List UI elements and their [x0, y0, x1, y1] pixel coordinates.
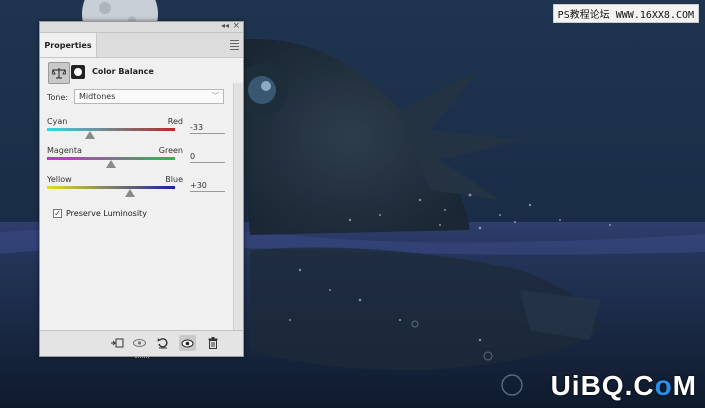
- slider-left-label: Magenta: [47, 146, 82, 155]
- slider-value-input[interactable]: 0: [190, 152, 225, 163]
- panel-bottom-toolbar: [40, 330, 243, 358]
- slider-thumb[interactable]: [84, 131, 95, 139]
- tone-row: Tone: Midtones ﹀: [40, 88, 243, 108]
- view-previous-state-icon[interactable]: [131, 335, 148, 351]
- balance-scale-icon[interactable]: [48, 62, 70, 84]
- preserve-luminosity-checkbox[interactable]: ✓: [53, 209, 62, 218]
- collapse-icon[interactable]: ◂◂: [221, 21, 229, 31]
- close-icon[interactable]: ×: [232, 21, 240, 31]
- tone-selected-value: Midtones: [79, 92, 116, 101]
- slider-thumb[interactable]: [106, 160, 116, 168]
- tab-properties[interactable]: Properties: [40, 33, 97, 57]
- logo-part-3: M: [672, 370, 697, 401]
- slider-left-label: Cyan: [47, 117, 68, 126]
- delete-icon[interactable]: [204, 335, 221, 351]
- clip-to-layer-icon[interactable]: [108, 335, 125, 351]
- logo-part-1: UiBQ.C: [550, 370, 655, 401]
- tab-row: Properties: [40, 33, 243, 58]
- properties-panel: ◂◂ × Properties Color Balance Tone: Midt…: [39, 21, 244, 358]
- panel-menu-icon[interactable]: [230, 38, 239, 52]
- adjustment-header: Color Balance: [40, 60, 243, 86]
- preserve-luminosity-label: Preserve Luminosity: [66, 209, 147, 218]
- slider-right-label: Red: [167, 117, 183, 126]
- logo-part-2: o: [654, 370, 673, 401]
- slider-yellow-blue: Yellow Blue +30: [47, 175, 233, 211]
- slider-value-input[interactable]: -33: [190, 123, 225, 134]
- panel-title-bar[interactable]: ◂◂ ×: [40, 21, 243, 33]
- watermark-top: PS教程论坛 WWW.16XX8.COM: [552, 4, 699, 23]
- tone-select[interactable]: Midtones ﹀: [74, 89, 224, 104]
- visibility-icon[interactable]: [179, 335, 196, 351]
- resize-grip[interactable]: [135, 357, 149, 360]
- tone-label: Tone:: [47, 93, 69, 102]
- slider-track[interactable]: [47, 128, 175, 131]
- reset-icon[interactable]: [154, 335, 171, 351]
- slider-right-label: Blue: [165, 175, 183, 184]
- watermark-logo: UiBQ.CoM: [551, 370, 697, 402]
- chevron-down-icon: ﹀: [212, 92, 219, 100]
- panel-scrollbar[interactable]: [233, 83, 243, 330]
- slider-left-label: Yellow: [47, 175, 72, 184]
- slider-thumb[interactable]: [125, 189, 136, 197]
- slider-value-input[interactable]: +30: [190, 181, 225, 192]
- layer-mask-icon[interactable]: [71, 65, 85, 79]
- adjustment-title: Color Balance: [92, 67, 154, 76]
- slider-right-label: Green: [158, 146, 183, 155]
- slider-track[interactable]: [47, 186, 175, 189]
